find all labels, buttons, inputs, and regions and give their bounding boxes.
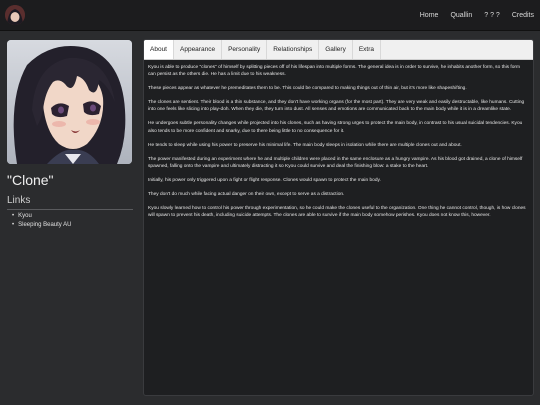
tab-relationships[interactable]: Relationships bbox=[267, 40, 320, 59]
about-content: Kyou is able to produce "clones" of hims… bbox=[144, 60, 533, 219]
link-kyou[interactable]: Kyou bbox=[12, 213, 71, 219]
about-paragraph: The clones are sentient. Their blood is … bbox=[148, 100, 525, 113]
links-heading: Links bbox=[7, 195, 31, 206]
about-paragraph: They don't do much while facing actual d… bbox=[148, 192, 345, 198]
link-sleeping-beauty-au[interactable]: Sleeping Beauty AU bbox=[12, 222, 71, 228]
about-paragraph: Kyou is able to produce "clones" of hims… bbox=[148, 65, 520, 78]
tab-bar: About Appearance Personality Relationshi… bbox=[144, 40, 533, 60]
nav-quallin-link[interactable]: Quallin bbox=[450, 12, 472, 19]
nav-unknown-link[interactable]: ? ? ? bbox=[484, 12, 500, 19]
about-paragraph: Kyou slowly learned how to control his p… bbox=[148, 206, 526, 219]
character-portrait bbox=[7, 40, 132, 164]
character-name: "Clone" bbox=[7, 172, 54, 188]
portrait-image bbox=[7, 40, 132, 164]
links-list: Kyou Sleeping Beauty AU bbox=[12, 213, 71, 231]
links-divider bbox=[7, 209, 133, 210]
about-paragraph: The power manifested during an experimen… bbox=[148, 156, 523, 169]
nav-home-link[interactable]: Home bbox=[420, 12, 439, 19]
about-paragraph: These pieces appear as whatever he preme… bbox=[148, 86, 467, 92]
about-paragraph: He tends to sleep while using his power … bbox=[148, 142, 462, 148]
tab-extra[interactable]: Extra bbox=[353, 40, 382, 59]
main-nav: Home Quallin ? ? ? Credits bbox=[420, 0, 534, 30]
logo-avatar-icon bbox=[5, 5, 25, 25]
content-panel: About Appearance Personality Relationshi… bbox=[143, 39, 534, 396]
about-paragraph: He undergoes subtle personality changes … bbox=[148, 121, 523, 134]
site-logo[interactable] bbox=[5, 5, 25, 25]
tab-appearance[interactable]: Appearance bbox=[174, 40, 223, 59]
top-nav-bar: Home Quallin ? ? ? Credits bbox=[0, 0, 540, 31]
tab-gallery[interactable]: Gallery bbox=[319, 40, 353, 59]
about-paragraph: Initially, his power only triggered upon… bbox=[148, 177, 381, 183]
nav-credits-link[interactable]: Credits bbox=[512, 12, 534, 19]
tab-about[interactable]: About bbox=[144, 40, 174, 59]
tab-personality[interactable]: Personality bbox=[222, 40, 268, 59]
